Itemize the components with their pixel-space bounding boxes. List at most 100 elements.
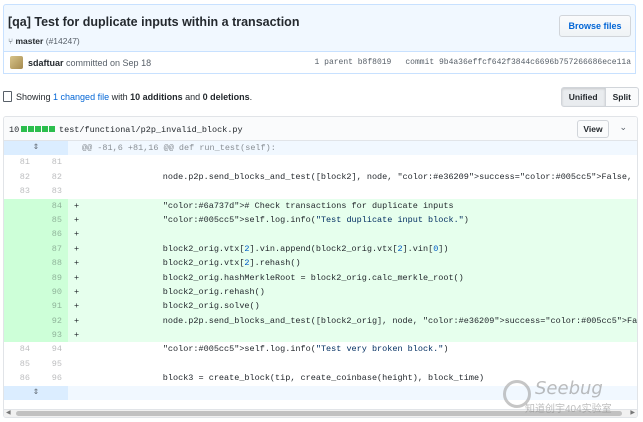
- diff-line: 89 + block2_orig.hashMerkleRoot = block2_…: [4, 270, 637, 285]
- diffstat: [21, 126, 56, 132]
- new-line-number[interactable]: 95: [36, 357, 68, 371]
- new-line-number[interactable]: 87: [36, 241, 68, 257]
- diff-marker: +: [74, 229, 80, 240]
- new-line-number[interactable]: 90: [36, 284, 68, 300]
- old-line-number[interactable]: [4, 227, 36, 242]
- old-line-number[interactable]: [4, 256, 36, 271]
- chevron-down-icon[interactable]: ⌄: [619, 122, 627, 133]
- code-text: "color:#6a737d"># Check transactions for…: [162, 200, 454, 211]
- old-line-number[interactable]: 82: [4, 170, 36, 184]
- old-line-number[interactable]: 86: [4, 371, 36, 385]
- change-count: 10: [9, 125, 20, 135]
- old-line-number[interactable]: [4, 299, 36, 314]
- diff-line: 88 + block2_orig.vtx[2].rehash(): [4, 256, 637, 271]
- changed-files-link[interactable]: 1 changed file: [53, 92, 109, 102]
- pr-number[interactable]: (#14247): [46, 36, 80, 46]
- new-line-number[interactable]: 83: [36, 184, 68, 198]
- branch-name[interactable]: master: [15, 36, 43, 46]
- old-line-number[interactable]: 85: [4, 357, 36, 371]
- file-header: 10 test/functional/p2p_invalid_block.py …: [4, 117, 637, 141]
- watermark-brand: Seebug: [535, 378, 603, 399]
- commit-sha: commit 9b4a36effcf642f3844c6696b75726668…: [405, 58, 631, 67]
- summary-text: Showing 1 changed file with 10 additions…: [16, 92, 253, 102]
- new-line-number[interactable]: 84: [36, 198, 68, 213]
- watermark-sub: 知道创宇404实验室: [525, 404, 612, 415]
- new-line-number[interactable]: 93: [36, 328, 68, 343]
- code-text: block2_orig.rehash(): [122, 286, 265, 297]
- code-text: block3 = create_block(tip, create_coinba…: [122, 373, 485, 384]
- unified-button[interactable]: Unified: [560, 87, 606, 107]
- diff-line: 84 + "color:#6a737d"># Check transactions…: [4, 198, 637, 213]
- author-info: sdaftuar committed on Sep 18: [28, 58, 151, 68]
- diff-marker: +: [74, 200, 80, 211]
- diff-marker: +: [74, 315, 80, 326]
- diff-line: 82 82 node.p2p.send_blocks_and_test([bloc…: [4, 169, 637, 185]
- new-line-number[interactable]: 85: [36, 212, 68, 228]
- deletions-count: 0 deletions: [202, 92, 250, 102]
- code-text: block2_orig.hashMerkleRoot = block2_orig…: [122, 272, 464, 283]
- diff-marker: +: [74, 272, 80, 283]
- file-diff-icon: [3, 91, 12, 102]
- new-line-number[interactable]: 88: [36, 256, 68, 271]
- old-line-number[interactable]: [4, 284, 36, 300]
- expand-down-icon[interactable]: ⇕: [4, 385, 68, 401]
- file-path[interactable]: test/functional/p2p_invalid_block.py: [59, 125, 243, 135]
- view-file-button[interactable]: View: [577, 120, 609, 138]
- branch-row: ⑂ master (#14247): [8, 36, 80, 46]
- diff-marker: +: [74, 243, 80, 254]
- diff-line: 86 +: [4, 227, 637, 242]
- diff-marker: +: [74, 330, 80, 341]
- diff-line: 93 +: [4, 328, 637, 343]
- hunk-header: ⇕ @@ -81,6 +81,16 @@ def run_test(self):: [4, 141, 637, 156]
- diff-line: 92 + node.p2p.send_blocks_and_test([block…: [4, 313, 637, 329]
- commit-header: [qa] Test for duplicate inputs within a …: [3, 4, 636, 52]
- old-line-number[interactable]: [4, 212, 36, 228]
- author-name[interactable]: sdaftuar: [28, 58, 64, 68]
- old-line-number[interactable]: [4, 270, 36, 285]
- diff-marker: +: [74, 301, 80, 312]
- old-line-number[interactable]: 81: [4, 155, 36, 169]
- diff-summary: Showing 1 changed file with 10 additions…: [0, 86, 643, 108]
- old-line-number[interactable]: [4, 328, 36, 343]
- code-text: node.p2p.send_blocks_and_test([block2_or…: [122, 315, 637, 326]
- diff-marker: +: [74, 258, 80, 269]
- committed-date: committed on Sep 18: [66, 58, 152, 68]
- new-line-number[interactable]: 91: [36, 299, 68, 314]
- old-line-number[interactable]: [4, 313, 36, 329]
- old-line-number[interactable]: [4, 241, 36, 257]
- split-button[interactable]: Split: [605, 87, 639, 107]
- new-line-number[interactable]: 89: [36, 270, 68, 285]
- diff-view-toggle: Unified Split: [560, 87, 639, 107]
- old-line-number[interactable]: 83: [4, 184, 36, 198]
- diff-line: 85 95: [4, 356, 637, 372]
- code-text: "color:#005cc5">self.log.info("Test dupl…: [162, 214, 469, 225]
- old-line-number[interactable]: [4, 198, 36, 213]
- parent-sha[interactable]: 1 parent b8f8019: [315, 58, 392, 67]
- browse-files-button[interactable]: Browse files: [559, 15, 631, 37]
- author-row: sdaftuar committed on Sep 18 1 parent b8…: [3, 52, 636, 74]
- new-line-number[interactable]: 96: [36, 371, 68, 385]
- new-line-number[interactable]: 94: [36, 342, 68, 356]
- file-diff: 10 test/functional/p2p_invalid_block.py …: [3, 116, 638, 418]
- watermark: Seebug 知道创宇404实验室: [495, 376, 635, 418]
- sha-block: 1 parent b8f8019 commit 9b4a36effcf642f38…: [301, 58, 631, 67]
- diff-line: 87 + block2_orig.vtx[2].vin.append(block2…: [4, 241, 637, 257]
- commit-title: [qa] Test for duplicate inputs within a …: [8, 15, 300, 29]
- diff-marker: +: [74, 286, 80, 297]
- new-line-number[interactable]: 86: [36, 227, 68, 242]
- new-line-number[interactable]: 82: [36, 170, 68, 184]
- avatar[interactable]: [10, 56, 23, 69]
- diff-line: 84 94 "color:#005cc5">self.log.info("Test…: [4, 342, 637, 357]
- code-text: node.p2p.send_blocks_and_test([block2], …: [122, 171, 637, 182]
- diff-line: 91 + block2_orig.solve(): [4, 299, 637, 314]
- diff-line: 81 81: [4, 155, 637, 170]
- code-text: "color:#005cc5">self.log.info("Test very…: [162, 344, 449, 355]
- old-line-number[interactable]: 84: [4, 342, 36, 356]
- scroll-left-icon[interactable]: ◀: [6, 410, 11, 417]
- code-text: block2_orig.vtx[2].rehash(): [122, 258, 301, 269]
- additions-count: 10 additions: [130, 92, 183, 102]
- expand-up-icon[interactable]: ⇕: [4, 141, 68, 156]
- new-line-number[interactable]: 81: [36, 155, 68, 169]
- new-line-number[interactable]: 92: [36, 313, 68, 329]
- hunk-header-text: @@ -81,6 +81,16 @@ def run_test(self):: [82, 143, 276, 153]
